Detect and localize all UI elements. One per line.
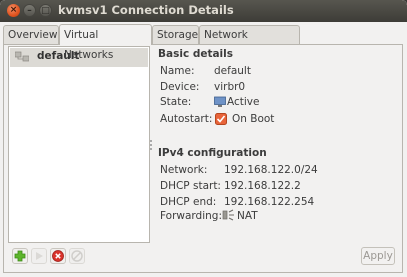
network-list[interactable]: default [8, 46, 150, 243]
stop-icon [52, 250, 64, 262]
delete-network-button[interactable] [69, 248, 85, 264]
basic-details-heading: Basic details [158, 48, 234, 60]
dhcp-start-value: 192.168.122.2 [224, 180, 301, 192]
network-label: Network: [160, 164, 208, 176]
dhcp-end-label: DHCP end: [160, 196, 217, 208]
name-label: Name: [160, 65, 195, 77]
nat-forwarding-icon [222, 209, 234, 221]
tab-storage[interactable]: Storage [152, 25, 199, 44]
play-icon [36, 252, 43, 260]
device-value: virbr0 [214, 81, 246, 93]
add-network-button[interactable] [12, 248, 28, 264]
forwarding-label: Forwarding: [160, 210, 223, 222]
network-icon [15, 51, 29, 62]
state-label: State: [160, 96, 192, 108]
start-network-button[interactable] [31, 248, 47, 264]
autostart-checkbox[interactable] [215, 113, 227, 125]
apply-button[interactable]: Apply [361, 247, 395, 265]
dhcp-start-label: DHCP start: [160, 180, 221, 192]
autostart-label: Autostart: [160, 113, 213, 125]
plus-icon [14, 250, 26, 262]
state-value: Active [227, 96, 260, 108]
network-value: 192.168.122.0/24 [224, 164, 318, 176]
minimize-window-button[interactable]: – [23, 4, 36, 17]
tab-overview[interactable]: Overview [3, 25, 59, 44]
monitor-icon [214, 96, 226, 107]
ipv4-configuration-heading: IPv4 configuration [158, 147, 267, 159]
name-value: default [214, 65, 251, 77]
close-window-button[interactable]: × [7, 4, 20, 17]
stop-network-button[interactable] [50, 248, 66, 264]
pane-divider-handle[interactable] [150, 140, 153, 150]
connection-details-window: × – □ kvmsv1 Connection Details Overview… [0, 0, 407, 277]
tab-network-interfaces[interactable]: Network Interfaces [199, 25, 300, 59]
device-label: Device: [160, 81, 200, 93]
tab-virtual-networks[interactable]: Virtual Networks [59, 24, 152, 61]
forwarding-value: NAT [237, 210, 258, 222]
autostart-value: On Boot [232, 113, 275, 125]
maximize-window-button[interactable]: □ [39, 4, 52, 17]
window-title: kvmsv1 Connection Details [58, 3, 234, 17]
cancel-icon [71, 250, 83, 262]
dhcp-end-value: 192.168.122.254 [224, 196, 315, 208]
title-bar[interactable]: × – □ kvmsv1 Connection Details [0, 0, 407, 22]
